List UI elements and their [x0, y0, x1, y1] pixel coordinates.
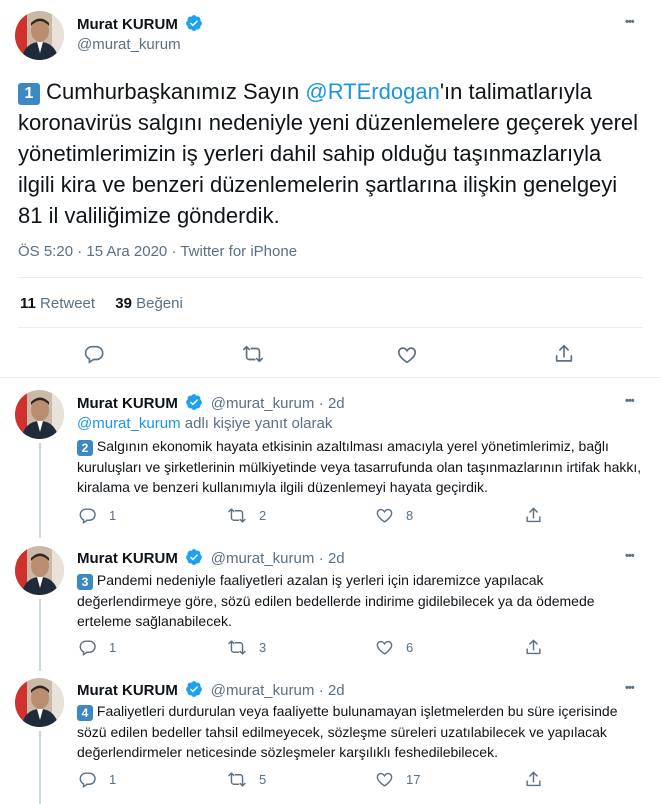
avatar[interactable]	[15, 390, 64, 439]
verified-badge-icon	[185, 680, 203, 703]
reply-button[interactable]: 1	[78, 638, 116, 657]
retweet-count: 5	[259, 772, 267, 787]
like-stat[interactable]: 39 Beğeni	[115, 295, 183, 312]
share-button[interactable]	[524, 506, 543, 525]
reply-button[interactable]	[83, 343, 105, 365]
reply-count: 1	[109, 772, 117, 787]
like-button[interactable]	[396, 344, 418, 366]
like-icon	[376, 640, 393, 655]
thread-connector	[39, 731, 41, 804]
share-button[interactable]	[524, 770, 543, 789]
verified-badge-icon	[185, 14, 203, 37]
thread-connector	[39, 443, 41, 538]
tweet-text-content: Faaliyetleri durdurulan veya faaliyette …	[77, 703, 618, 760]
author-name[interactable]: Murat KURUM	[77, 550, 178, 567]
share-button[interactable]	[553, 343, 575, 365]
author-handle[interactable]: @murat_kurum	[211, 682, 315, 699]
like-count: 6	[406, 640, 414, 655]
tweet-text: 1 Cumhurbaşkanımız Sayın @RTErdogan'ın t…	[18, 76, 643, 231]
share-icon	[526, 507, 541, 523]
keycap-badge-icon: 1	[18, 83, 40, 105]
retweet-icon	[228, 772, 246, 787]
avatar[interactable]	[15, 546, 64, 595]
retweet-count: 3	[259, 640, 267, 655]
tweet-text: 3 Pandemi nedeniyle faaliyetleri azalan …	[77, 570, 645, 632]
like-button[interactable]: 8	[375, 506, 413, 525]
tweet-meta[interactable]: ÖS 5:20 · 15 Ara 2020 · Twitter for iPho…	[18, 243, 297, 260]
avatar[interactable]	[15, 678, 64, 727]
author-name[interactable]: Murat KURUM	[77, 16, 178, 33]
author-name[interactable]: Murat KURUM	[77, 682, 178, 699]
author-handle[interactable]: @murat_kurum	[77, 36, 181, 53]
author-name[interactable]: Murat KURUM	[77, 395, 178, 412]
divider	[0, 377, 661, 378]
tweet-time[interactable]: · 2d	[319, 395, 345, 412]
tweet-text: 2 Salgının ekonomik hayata etkisinin aza…	[77, 436, 645, 498]
reply-count: 1	[109, 640, 117, 655]
tweet-text: 4 Faaliyetleri durdurulan veya faaliyett…	[77, 701, 645, 763]
like-icon	[376, 508, 393, 523]
reply-to-text: adlı kişiye yanıt olarak	[180, 415, 333, 432]
keycap-badge-icon: 2	[77, 440, 93, 456]
keycap-badge-icon: 4	[77, 705, 93, 721]
engagement-stats: 11 Retweet 39 Beğeni	[20, 295, 183, 312]
reply-count: 1	[109, 508, 117, 523]
like-icon	[376, 772, 393, 787]
reply-context: @murat_kurum adlı kişiye yanıt olarak	[77, 415, 332, 432]
share-button[interactable]	[524, 638, 543, 657]
reply-to-link[interactable]: @murat_kurum	[77, 415, 181, 432]
reply-button[interactable]: 1	[78, 770, 116, 789]
retweet-button[interactable]: 5	[227, 770, 266, 789]
verified-badge-icon	[185, 548, 203, 571]
tweet-time[interactable]: · 2d	[319, 550, 345, 567]
retweet-button[interactable]	[241, 343, 265, 365]
tweet-text-content: Salgının ekonomik hayata etkisinin azalt…	[77, 438, 642, 495]
more-icon[interactable]: •••	[625, 550, 635, 562]
share-icon	[526, 639, 541, 655]
retweet-stat[interactable]: 11 Retweet	[20, 295, 99, 312]
reply-icon	[84, 345, 104, 364]
reply-icon	[79, 508, 96, 524]
like-count: 17	[406, 772, 421, 787]
author-handle[interactable]: @murat_kurum	[211, 395, 315, 412]
retweet-button[interactable]: 2	[227, 506, 266, 525]
like-button[interactable]: 17	[375, 770, 420, 789]
like-count: 8	[406, 508, 414, 523]
tweet-text-part: Cumhurbaşkanımız Sayın	[46, 79, 306, 104]
thread-connector	[39, 599, 41, 671]
retweet-count: 2	[259, 508, 267, 523]
reply-icon	[79, 772, 96, 788]
more-icon[interactable]: •••	[625, 682, 635, 694]
tweet-time[interactable]: · 2d	[319, 682, 345, 699]
reply-button[interactable]: 1	[78, 506, 116, 525]
retweet-count: 11	[20, 295, 36, 312]
divider	[18, 327, 643, 328]
like-button[interactable]: 6	[375, 638, 413, 657]
verified-badge-icon	[185, 393, 203, 416]
like-label: Beğeni	[136, 295, 183, 312]
author-handle[interactable]: @murat_kurum	[211, 550, 315, 567]
tweet-text-content: Pandemi nedeniyle faaliyetleri azalan iş…	[77, 572, 595, 629]
keycap-badge-icon: 3	[77, 574, 93, 590]
like-icon	[397, 347, 417, 364]
reply-icon	[79, 640, 96, 656]
more-icon[interactable]: •••	[625, 395, 635, 407]
retweet-icon	[228, 640, 246, 655]
avatar[interactable]	[15, 11, 64, 60]
retweet-icon	[243, 345, 263, 363]
divider	[18, 277, 643, 278]
more-icon[interactable]: •••	[625, 16, 635, 28]
retweet-icon	[228, 508, 246, 523]
share-icon	[555, 344, 573, 362]
mention-link[interactable]: @RTErdogan	[305, 79, 439, 104]
retweet-button[interactable]: 3	[227, 638, 266, 657]
like-count: 39	[115, 295, 132, 312]
tweet-thread: Murat KURUM @murat_kurum ••• 1 Cumhurbaş…	[0, 0, 661, 804]
retweet-label: Retweet	[40, 295, 96, 312]
share-icon	[526, 771, 541, 787]
